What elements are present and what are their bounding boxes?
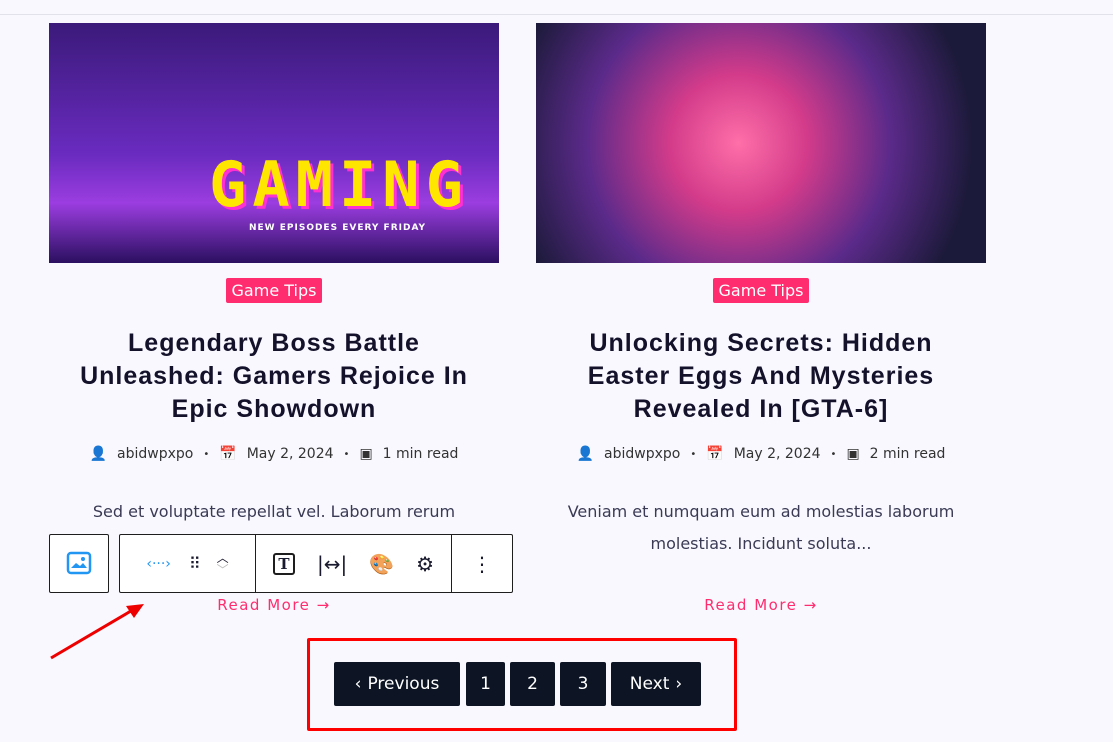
page-2-button[interactable]: 2 (510, 662, 555, 706)
next-button[interactable]: Next › (611, 662, 701, 706)
post-image[interactable]: GAMING NEW EPISODES EVERY FRIDAY (49, 23, 499, 263)
separator: • (690, 448, 697, 460)
category-badge[interactable]: Game Tips (712, 278, 810, 303)
previous-label: Previous (367, 674, 440, 694)
read-time: 1 min read (382, 446, 459, 462)
post-card: GAMING NEW EPISODES EVERY FRIDAY Game Ti… (49, 23, 499, 614)
annotation-arrow (50, 604, 144, 660)
calendar-icon: 📅 (219, 446, 237, 462)
drag-handle-icon[interactable]: ⠿ (189, 554, 201, 573)
settings-icon[interactable]: ⚙ (416, 552, 434, 576)
post-meta: 👤 abidwpxpo • 📅 May 2, 2024 • ▣ 2 min read (536, 446, 986, 462)
block-toolbar: ‹···› ⠿ ︿ ﹀ T |↔| 🎨 ⚙ ⋮ (119, 534, 513, 593)
post-image[interactable] (536, 23, 986, 263)
post-meta: 👤 abidwpxpo • 📅 May 2, 2024 • ▣ 1 min read (49, 446, 499, 462)
read-more-label: Read More (217, 596, 311, 614)
read-more-label: Read More (704, 596, 798, 614)
date: May 2, 2024 (246, 446, 334, 462)
separator: • (343, 448, 350, 460)
image-block-icon (66, 551, 92, 574)
page-1-button[interactable]: 1 (466, 662, 505, 706)
calendar-icon: 📅 (706, 446, 724, 462)
width-icon[interactable]: |↔| (317, 552, 347, 576)
palette-icon[interactable]: 🎨 (369, 552, 394, 576)
date: May 2, 2024 (733, 446, 821, 462)
text-icon[interactable]: T (272, 552, 295, 575)
category-badge[interactable]: Game Tips (225, 278, 323, 303)
previous-button[interactable]: ‹ Previous (334, 662, 460, 706)
post-card: Game Tips Unlocking Secrets: Hidden East… (536, 23, 986, 614)
user-icon: 👤 (89, 446, 108, 462)
page-3-button[interactable]: 3 (560, 662, 606, 706)
post-excerpt: Veniam et numquam eum ad molestias labor… (567, 502, 955, 553)
separator: • (830, 448, 837, 460)
separator: • (203, 448, 210, 460)
next-label: Next (629, 674, 670, 694)
read-time: 2 min read (869, 446, 946, 462)
move-up-down-icon[interactable]: ︿ ﹀ (217, 552, 229, 576)
link-icon[interactable]: ‹···› (146, 556, 171, 572)
chevron-left-icon: ‹ (354, 674, 362, 694)
user-icon: 👤 (576, 446, 595, 462)
header-divider (0, 14, 1113, 15)
author[interactable]: abidwpxpo (117, 446, 193, 462)
more-options-icon[interactable]: ⋮ (452, 535, 512, 592)
block-type-button[interactable] (49, 534, 109, 593)
read-time-icon: ▣ (846, 446, 860, 462)
author[interactable]: abidwpxpo (604, 446, 680, 462)
post-excerpt: Sed et voluptate repellat vel. Laborum r… (92, 502, 456, 521)
post-title[interactable]: Legendary Boss Battle Unleashed: Gamers … (49, 327, 499, 426)
read-time-icon: ▣ (359, 446, 373, 462)
read-more-link[interactable]: Read More → (536, 596, 986, 614)
chevron-right-icon: › (675, 674, 683, 694)
post-title[interactable]: Unlocking Secrets: Hidden Easter Eggs An… (536, 327, 986, 426)
image-subtext: NEW EPISODES EVERY FRIDAY (249, 223, 427, 233)
image-text: GAMING (209, 148, 469, 221)
